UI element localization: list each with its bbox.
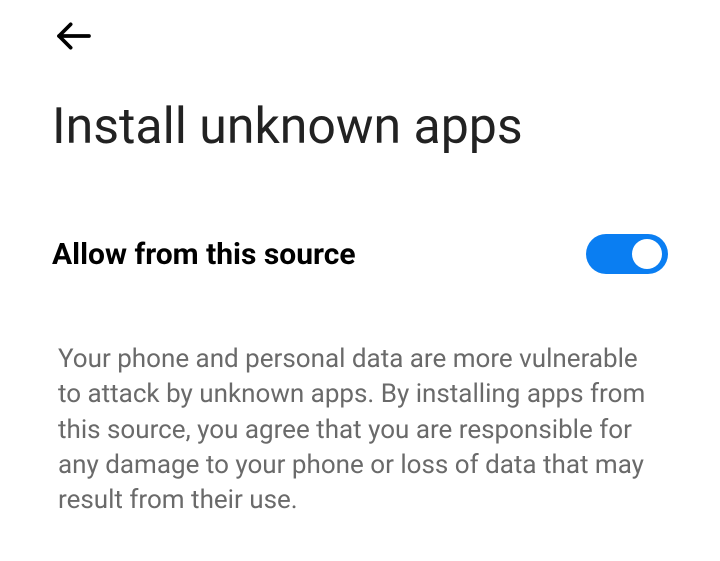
back-button[interactable] bbox=[52, 14, 96, 58]
allow-source-row[interactable]: Allow from this source bbox=[0, 156, 720, 274]
header bbox=[0, 0, 720, 60]
warning-description: Your phone and personal data are more vu… bbox=[0, 274, 720, 519]
page-title: Install unknown apps bbox=[0, 60, 720, 156]
allow-source-label: Allow from this source bbox=[52, 237, 356, 272]
arrow-left-icon bbox=[54, 16, 94, 56]
toggle-knob bbox=[632, 239, 662, 269]
allow-source-toggle[interactable] bbox=[586, 234, 668, 274]
